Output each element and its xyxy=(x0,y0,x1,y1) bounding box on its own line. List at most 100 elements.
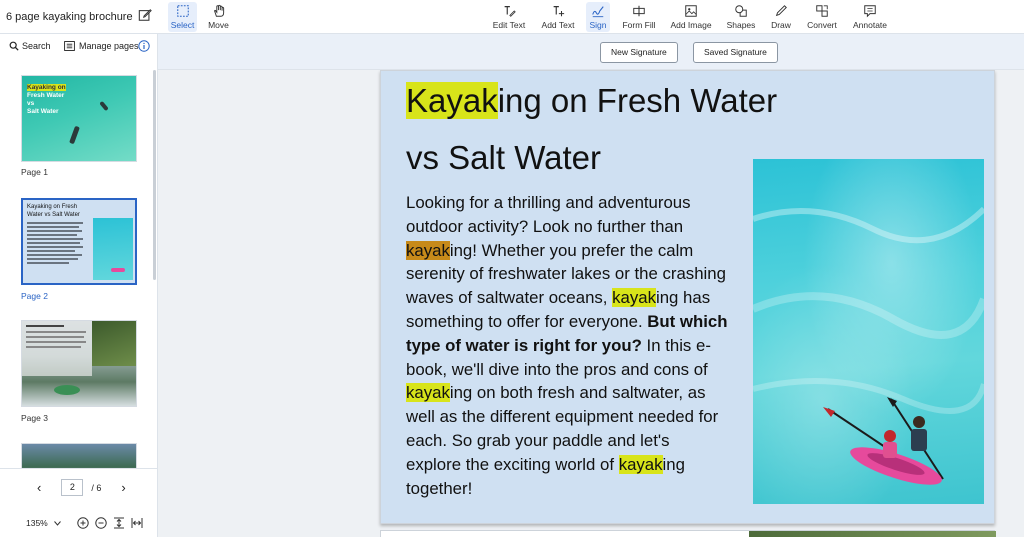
manage-pages-button[interactable]: Manage pages xyxy=(64,41,139,51)
add-text-icon xyxy=(553,6,565,17)
document-canvas[interactable]: Kayaking on Fresh Water vs Salt Water Lo… xyxy=(158,70,1024,537)
add-image-icon xyxy=(685,5,697,17)
kayak-photo-illustration xyxy=(753,206,984,485)
edit-title-icon[interactable] xyxy=(138,8,152,22)
add-text-tool-label: Add Text xyxy=(541,20,575,30)
kayak-photo[interactable] xyxy=(753,159,984,504)
sign-tool-button[interactable]: Sign xyxy=(586,2,610,32)
shapes-tool-label: Shapes xyxy=(726,20,756,30)
sidebar-footer: ‹ 2 / 6 › 135% xyxy=(0,468,158,537)
zoom-level[interactable]: 135% xyxy=(26,518,48,528)
highlight-kayak-3[interactable]: kayak xyxy=(406,383,450,403)
edit-text-icon xyxy=(504,6,516,17)
convert-icon xyxy=(816,5,828,17)
select-icon xyxy=(176,5,189,17)
saved-signature-button[interactable]: Saved Signature xyxy=(693,42,778,63)
highlight-kayak-selected[interactable]: kayak xyxy=(406,240,450,260)
thumb2-photo xyxy=(93,218,133,280)
page-title-line-2: vs Salt Water xyxy=(406,139,601,176)
thumb1-line4: Salt Water xyxy=(27,108,59,115)
thumb1-line3: vs xyxy=(27,100,35,107)
thumb1-line1: Kayaking on xyxy=(27,84,66,91)
sidebar-header: Search Manage pages xyxy=(0,34,157,60)
add-image-tool-label: Add Image xyxy=(670,20,712,30)
signature-toolbar: New Signature Saved Signature xyxy=(158,34,1024,70)
page-1-label: Page 1 xyxy=(21,167,48,177)
annotate-tool-label: Annotate xyxy=(852,20,888,30)
thumb1-text: Kayaking on Fresh Water vs Salt Water xyxy=(27,84,66,116)
page-navigator: ‹ 2 / 6 › xyxy=(37,479,126,496)
title-rest: ing on Fresh Water xyxy=(497,82,778,119)
body-text-1: Looking for a thrilling and adventurous … xyxy=(406,193,691,236)
edit-text-tool-button[interactable]: Edit Text xyxy=(490,2,528,32)
thumb3-text-panel xyxy=(22,321,92,376)
zoom-in-icon[interactable] xyxy=(77,517,89,529)
thumb1-line2: Fresh Water xyxy=(27,92,65,99)
convert-tool-label: Convert xyxy=(807,20,837,30)
fit-height-icon[interactable] xyxy=(113,517,125,529)
select-tool-button[interactable]: Select xyxy=(168,2,197,32)
highlight-kayak-4[interactable]: kayak xyxy=(618,454,663,474)
annotate-icon xyxy=(864,5,876,18)
info-icon[interactable] xyxy=(138,40,150,52)
next-page-icon[interactable]: › xyxy=(121,481,125,494)
form-fill-tool-label: Form Fill xyxy=(622,20,656,30)
page-4-thumbnail[interactable] xyxy=(21,443,137,468)
search-icon xyxy=(9,41,19,51)
shapes-tool-button[interactable]: Shapes xyxy=(725,2,757,32)
page-title[interactable]: Kayaking on Fresh Water xyxy=(406,82,778,119)
page-3-label: Page 3 xyxy=(21,413,48,423)
chevron-down-icon[interactable] xyxy=(53,520,61,526)
previous-page-icon[interactable]: ‹ xyxy=(37,481,41,494)
page-2-thumbnail[interactable]: Kayaking on Fresh Water vs Salt Water xyxy=(21,198,137,285)
title-highlight[interactable]: Kayak xyxy=(406,82,498,119)
thumb2-title: Kayaking on Fresh Water vs Salt Water xyxy=(27,204,80,218)
thumb3-kayak xyxy=(54,385,80,395)
draw-tool-button[interactable]: Draw xyxy=(768,2,794,32)
shapes-icon xyxy=(735,5,747,17)
draw-tool-label: Draw xyxy=(771,20,791,30)
page-3-preview-image xyxy=(749,531,996,537)
thumbnail-scrollbar[interactable] xyxy=(153,70,157,468)
thumb1-kayaker-2 xyxy=(99,100,109,112)
top-toolbar: 6 page kayaking brochure fo... Select Mo… xyxy=(0,0,1024,34)
move-tool-button[interactable]: Move xyxy=(204,2,233,32)
page-total: / 6 xyxy=(91,482,102,493)
move-tool-label: Move xyxy=(208,20,229,30)
document-title[interactable]: 6 page kayaking brochure fo... xyxy=(6,11,134,23)
page-1-thumbnail[interactable]: Kayaking on Fresh Water vs Salt Water xyxy=(21,75,137,162)
search-button[interactable]: Search xyxy=(9,41,51,51)
annotate-tool-button[interactable]: Annotate xyxy=(850,2,890,32)
thumbnail-scrollbar-thumb[interactable] xyxy=(153,70,156,280)
zoom-out-icon[interactable] xyxy=(95,517,107,529)
current-page-input[interactable]: 2 xyxy=(61,479,84,496)
page-thumbnails: Kayaking on Fresh Water vs Salt Water Pa… xyxy=(0,70,158,468)
highlight-kayak-2[interactable]: kayak xyxy=(612,288,656,308)
thumb3-trees xyxy=(92,321,136,366)
zoom-controls: 135% xyxy=(26,517,143,529)
draw-icon xyxy=(775,5,787,17)
page-3-thumbnail[interactable] xyxy=(21,320,137,407)
form-fill-tool-button[interactable]: Form Fill xyxy=(620,2,658,32)
add-image-tool-button[interactable]: Add Image xyxy=(669,2,713,32)
new-signature-button[interactable]: New Signature xyxy=(600,42,678,63)
thumb1-kayaker xyxy=(69,125,80,145)
page-2-label: Page 2 xyxy=(21,291,48,301)
manage-pages-icon xyxy=(64,41,75,51)
select-tool-label: Select xyxy=(170,20,195,30)
manage-pages-label: Manage pages xyxy=(79,41,139,51)
thumb2-text-lines xyxy=(27,222,85,266)
body-paragraph[interactable]: Looking for a thrilling and adventurous … xyxy=(406,191,728,500)
form-fill-icon xyxy=(633,5,645,17)
convert-tool-button[interactable]: Convert xyxy=(805,2,839,32)
search-label: Search xyxy=(22,41,51,51)
fit-width-icon[interactable] xyxy=(131,517,143,529)
document-page-3-preview[interactable] xyxy=(380,530,996,537)
edit-text-tool-label: Edit Text xyxy=(492,20,526,30)
document-title-area: 6 page kayaking brochure fo... xyxy=(0,0,158,34)
sign-icon xyxy=(592,6,604,18)
hand-icon xyxy=(213,4,224,17)
add-text-tool-button[interactable]: Add Text xyxy=(539,2,577,32)
document-page-2[interactable]: Kayaking on Fresh Water vs Salt Water Lo… xyxy=(380,70,995,524)
sign-tool-label: Sign xyxy=(589,20,607,30)
